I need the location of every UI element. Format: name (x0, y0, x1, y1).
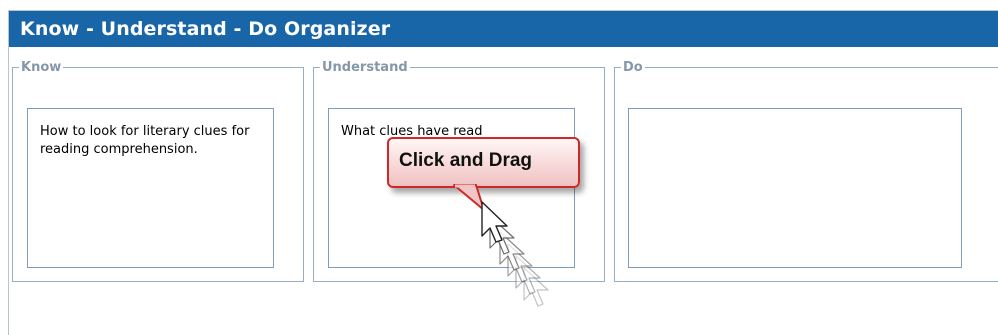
callout-label: Click and Drag (399, 150, 533, 171)
arrow-cursor-icon (481, 201, 549, 307)
page-title: Know - Understand - Do Organizer (20, 18, 391, 40)
understand-legend: Understand (322, 60, 408, 75)
title-bar: Know - Understand - Do Organizer (9, 11, 998, 47)
know-legend: Know (21, 60, 62, 75)
click-and-drag-callout: Click and Drag (387, 137, 580, 188)
do-textarea[interactable] (628, 108, 962, 268)
know-textarea[interactable]: How to look for literary clues for readi… (27, 108, 274, 268)
do-legend: Do (623, 60, 643, 75)
